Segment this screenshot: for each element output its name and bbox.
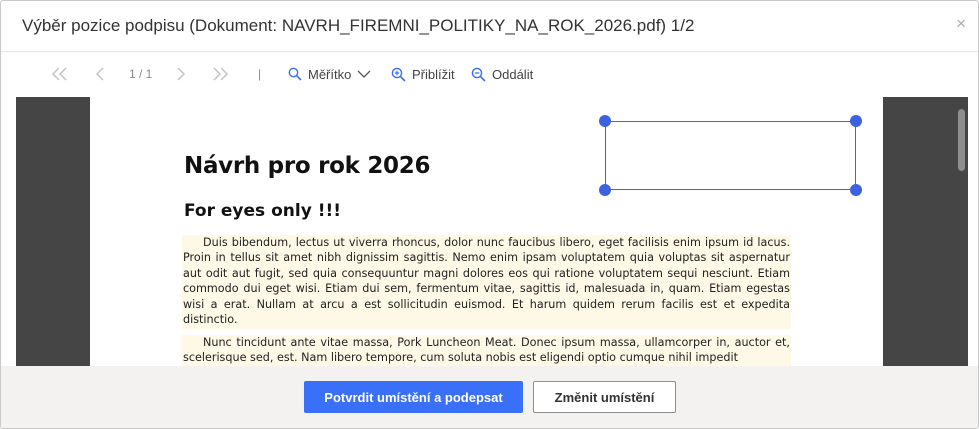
zoom-out-label: Oddálit bbox=[492, 66, 534, 82]
zoom-in-icon bbox=[391, 67, 406, 82]
close-icon[interactable]: × bbox=[956, 15, 966, 32]
last-page-button[interactable] bbox=[211, 64, 229, 84]
dialog-title: Výběr pozice podpisu (Dokument: NAVRH_FI… bbox=[22, 16, 695, 35]
scrollbar-thumb[interactable] bbox=[958, 109, 965, 171]
document-paragraph: Nunc tincidunt ante vitae massa, Pork Lu… bbox=[182, 335, 791, 366]
pdf-toolbar: 1 / 1 | Měřítko Přiblížit Oddálit bbox=[1, 53, 978, 95]
signature-placement-box[interactable] bbox=[599, 115, 862, 196]
chevron-down-icon bbox=[357, 70, 371, 79]
first-page-button[interactable] bbox=[51, 64, 69, 84]
resize-handle-top-right[interactable] bbox=[850, 115, 862, 127]
dialog-footer: Potvrdit umístění a podepsat Změnit umís… bbox=[1, 366, 978, 428]
change-position-button[interactable]: Změnit umístění bbox=[533, 381, 676, 413]
resize-handle-bottom-left[interactable] bbox=[599, 184, 611, 196]
scale-search-icon bbox=[288, 67, 302, 81]
last-page-icon bbox=[211, 67, 229, 81]
document-heading: Návrh pro rok 2026 bbox=[184, 153, 431, 179]
document-paragraph: Duis bibendum, lectus ut viverra rhoncus… bbox=[182, 235, 791, 329]
previous-page-button[interactable] bbox=[95, 64, 105, 84]
resize-handle-top-left[interactable] bbox=[599, 115, 611, 127]
zoom-in-button[interactable]: Přiblížit bbox=[391, 64, 455, 84]
resize-handle-bottom-right[interactable] bbox=[850, 184, 862, 196]
page-indicator: 1 / 1 bbox=[129, 64, 152, 84]
next-page-icon bbox=[176, 67, 186, 81]
vertical-scrollbar[interactable] bbox=[953, 97, 968, 366]
toolbar-separator: | bbox=[258, 64, 261, 84]
dialog-header: Výběr pozice podpisu (Dokument: NAVRH_FI… bbox=[1, 1, 978, 52]
previous-page-icon bbox=[95, 67, 105, 81]
document-subheading: For eyes only !!! bbox=[184, 201, 341, 221]
first-page-icon bbox=[51, 67, 69, 81]
page-indicator-text: 1 / 1 bbox=[129, 67, 153, 81]
zoom-in-label: Přiblížit bbox=[412, 66, 455, 82]
zoom-out-button[interactable]: Oddálit bbox=[471, 64, 533, 84]
signature-position-dialog: Výběr pozice podpisu (Dokument: NAVRH_FI… bbox=[0, 0, 979, 429]
confirm-and-sign-button[interactable]: Potvrdit umístění a podepsat bbox=[304, 381, 523, 413]
separator-text: | bbox=[258, 67, 262, 81]
zoom-out-icon bbox=[471, 67, 486, 82]
scale-dropdown[interactable]: Měřítko bbox=[288, 64, 371, 84]
scale-label: Měřítko bbox=[308, 66, 352, 82]
pdf-page[interactable]: Návrh pro rok 2026 For eyes only !!! Dui… bbox=[90, 97, 883, 366]
next-page-button[interactable] bbox=[176, 64, 186, 84]
pdf-viewer[interactable]: Návrh pro rok 2026 For eyes only !!! Dui… bbox=[16, 97, 968, 366]
